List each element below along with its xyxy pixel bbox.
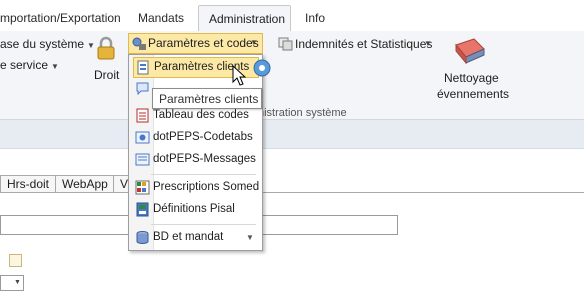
ribbon-tab-strip: mportation/Exportation Mandats Administr… <box>0 0 584 32</box>
parametres-codes-label: Paramètres et codes <box>148 36 259 50</box>
content-panel: ▼ <box>0 193 584 291</box>
doc-tab-hrs-doit[interactable]: Hrs-doit <box>0 175 57 193</box>
statistics-icon <box>278 37 293 51</box>
checkbox[interactable] <box>9 254 22 267</box>
tab-info[interactable]: Info <box>305 11 325 25</box>
ribbon: ase du système ▼ e service ▼ Droit Paramèt… <box>0 31 584 124</box>
tooltip: Paramètres clients <box>152 88 262 109</box>
prescriptions-icon <box>135 180 150 195</box>
chevron-down-icon: ▼ <box>14 279 21 286</box>
settings-codes-icon <box>132 37 146 50</box>
chevron-down-icon: ▼ <box>250 38 258 47</box>
nettoyage-button[interactable]: Nettoyage évennements <box>436 37 510 101</box>
menu-item-label: Définitions Pisal <box>153 203 235 215</box>
chevron-down-icon: ▼ <box>51 62 59 71</box>
menu-item-prescriptions[interactable]: Prescriptions Somed <box>133 178 260 198</box>
doc-tab-webapp[interactable]: WebApp <box>55 175 115 193</box>
menu-item-label: dotPEPS-Messages <box>153 153 256 165</box>
menu-item-messages[interactable]: dotPEPS-Messages <box>133 150 258 170</box>
client-settings-icon <box>137 60 149 75</box>
toolbar-band <box>0 120 584 149</box>
droit-button[interactable]: Droit <box>88 34 124 84</box>
menu-item-label: Prescriptions Somed <box>153 181 260 193</box>
indemnites-label: Indemnités et Statistiques <box>295 37 433 51</box>
tab-mandats[interactable]: Mandats <box>138 11 184 25</box>
speech-bubble-icon <box>136 82 149 96</box>
nettoyage-label-line1: Nettoyage <box>444 71 499 85</box>
submenu-arrow-icon: ▼ <box>246 233 254 242</box>
codes-table-icon <box>136 108 149 123</box>
menu-item-label: dotPEPS-Codetabs <box>153 131 253 143</box>
menu-item-definitions[interactable]: Définitions Pisal <box>133 200 258 220</box>
database-icon <box>136 231 149 244</box>
eraser-icon <box>455 38 485 65</box>
definitions-icon <box>136 202 149 217</box>
mouse-cursor-icon <box>232 65 246 86</box>
service-label: e service <box>0 58 49 72</box>
service-button[interactable]: e service ▼ <box>0 58 59 72</box>
menu-item-tableau-codes[interactable]: Tableau des codes <box>133 106 258 126</box>
lock-icon <box>97 36 115 60</box>
base-systeme-button[interactable]: ase du système ▼ <box>0 37 95 51</box>
menu-item-codetabs[interactable]: dotPEPS-Codetabs <box>133 128 258 148</box>
ribbon-group-label: nistration système <box>258 107 347 119</box>
messages-icon <box>135 153 150 166</box>
codetabs-icon <box>135 131 150 144</box>
tab-administration-label: Administration <box>209 12 286 26</box>
menu-item-label: BD et mandat <box>153 231 224 243</box>
chevron-down-icon: ▼ <box>424 39 432 48</box>
droit-label: Droit <box>94 68 120 82</box>
menu-item-bd-mandat[interactable]: BD et mandat ▼ <box>133 228 258 248</box>
gear-badge-icon <box>253 59 271 77</box>
base-systeme-label: ase du système <box>0 37 85 51</box>
menu-item-label: Tableau des codes <box>153 109 249 121</box>
tab-import-export[interactable]: mportation/Exportation <box>0 11 121 25</box>
tab-administration[interactable]: Administration <box>198 5 291 32</box>
nettoyage-label-line2: évennements <box>437 87 510 101</box>
tooltip-text: Paramètres clients <box>159 92 259 106</box>
parametres-codes-button[interactable]: Paramètres et codes ▼ <box>128 33 263 54</box>
menu-separator <box>151 224 256 225</box>
indemnites-button[interactable]: Indemnités et Statistiques ▼ <box>278 35 438 53</box>
menu-separator <box>151 174 256 175</box>
